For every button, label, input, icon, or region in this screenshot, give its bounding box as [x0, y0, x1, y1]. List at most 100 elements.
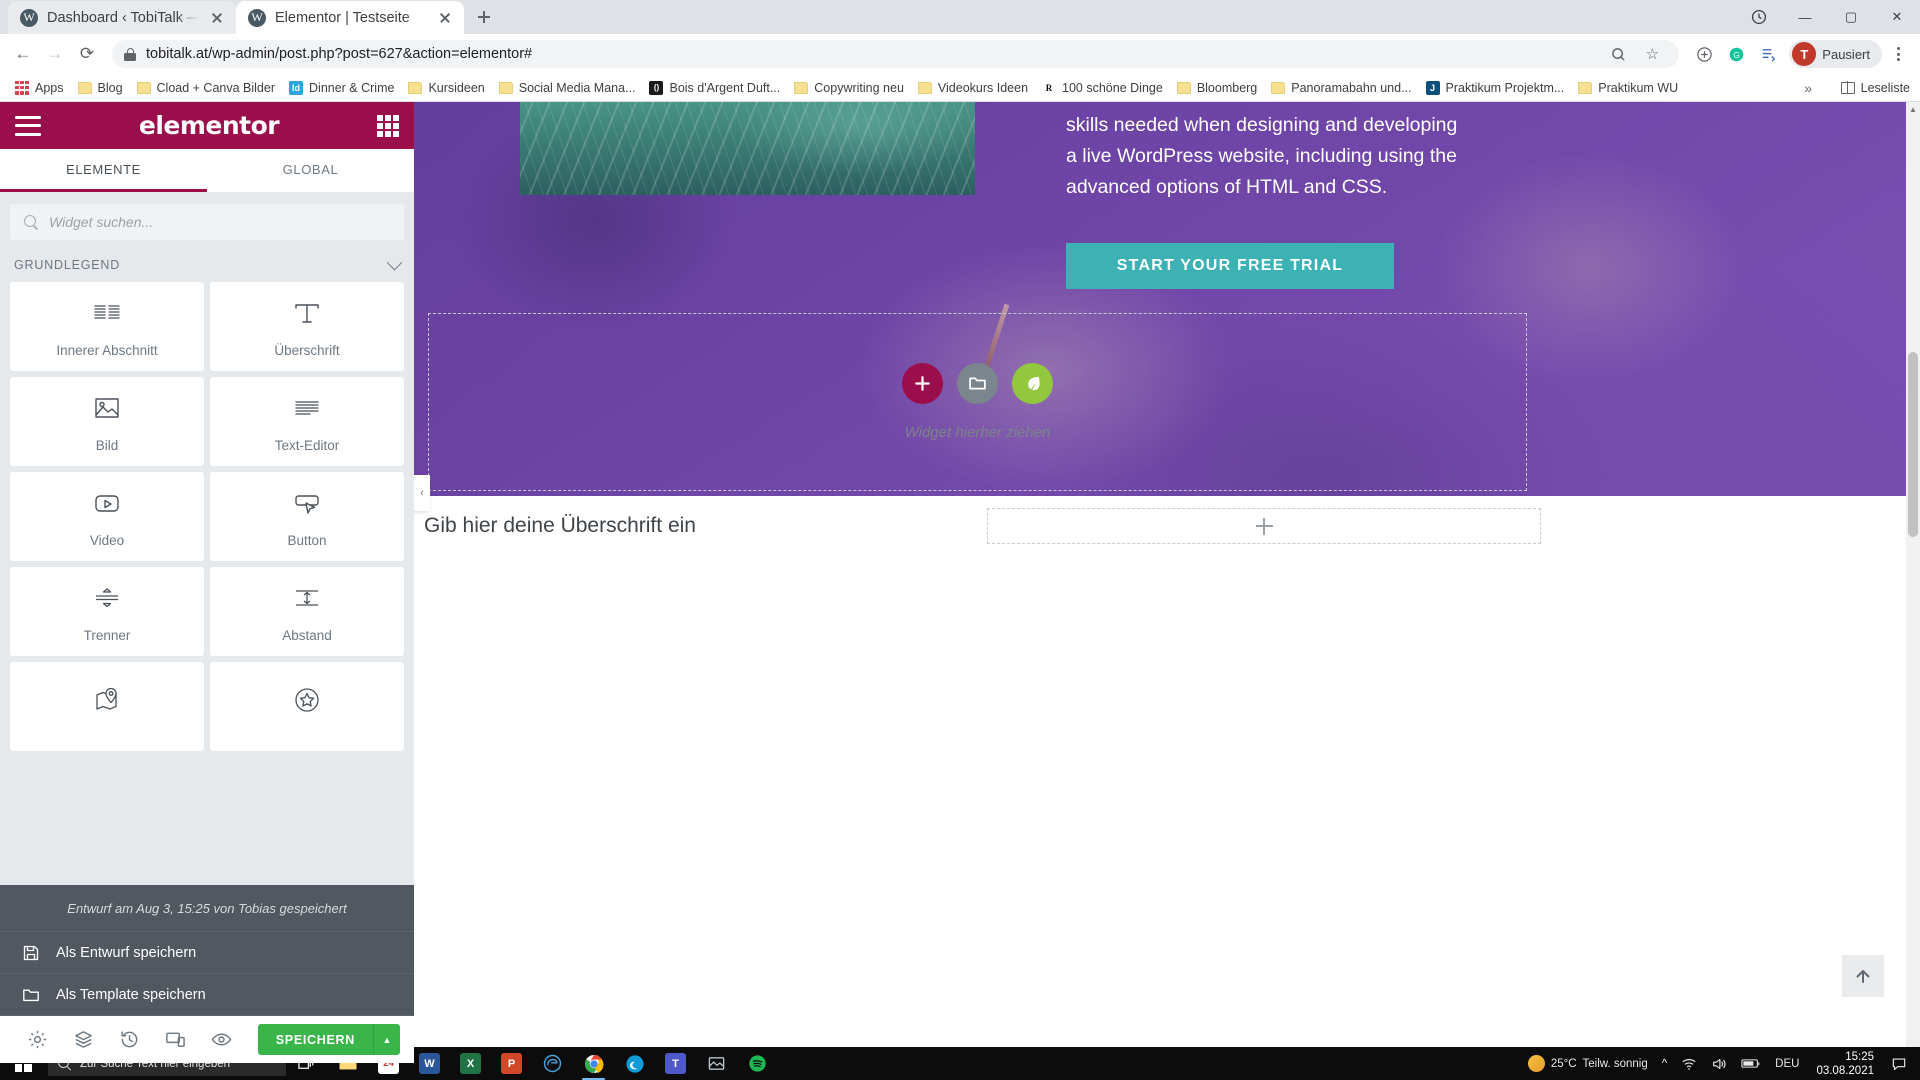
- widget-video[interactable]: Video: [10, 472, 204, 561]
- chrome-icon[interactable]: [573, 1047, 614, 1080]
- reload-icon[interactable]: ⟳: [72, 39, 102, 69]
- new-tab-button[interactable]: [470, 3, 498, 31]
- close-window-button[interactable]: ✕: [1874, 0, 1920, 34]
- bookmark-item[interactable]: Id Dinner & Crime: [282, 78, 401, 98]
- bookmark-apps[interactable]: Apps: [8, 78, 71, 98]
- bookmark-item[interactable]: Bloomberg: [1170, 78, 1264, 98]
- indesign-icon: Id: [289, 80, 304, 95]
- widget-google-maps[interactable]: [10, 662, 204, 751]
- bookmark-item[interactable]: J Praktikum Projektm...: [1419, 78, 1572, 98]
- close-icon[interactable]: [436, 9, 454, 27]
- widget-label: Abstand: [282, 627, 332, 643]
- close-icon[interactable]: [208, 9, 226, 27]
- panel-collapse-toggle[interactable]: ‹: [414, 475, 430, 511]
- tray-overflow-chevron-up-icon[interactable]: ^: [1655, 1047, 1674, 1080]
- bookmark-item[interactable]: () Bois d'Argent Duft...: [642, 78, 787, 98]
- bookmark-item[interactable]: Praktikum WU: [1571, 78, 1685, 98]
- widget-trenner[interactable]: Trenner: [10, 567, 204, 656]
- tab-global[interactable]: GLOBAL: [207, 149, 414, 192]
- add-section-button[interactable]: [1012, 363, 1053, 404]
- chrome-menu-icon[interactable]: [1884, 40, 1912, 68]
- bookmark-item[interactable]: Kursideen: [401, 78, 491, 98]
- battery-icon[interactable]: [1734, 1047, 1768, 1080]
- weather-widget[interactable]: 25°C Teilw. sonnig: [1521, 1047, 1655, 1080]
- search-input[interactable]: [49, 214, 390, 230]
- widget-star-rating[interactable]: [210, 662, 404, 751]
- save-options-toggle[interactable]: ▲: [373, 1024, 400, 1055]
- preview-eye-icon[interactable]: [198, 1016, 244, 1063]
- notification-icon[interactable]: [1884, 1047, 1914, 1080]
- hero-background-image: [520, 102, 975, 195]
- profile-chip[interactable]: T Pausiert: [1789, 40, 1882, 68]
- bookmark-item[interactable]: Blog: [71, 78, 130, 98]
- wifi-icon[interactable]: [1674, 1047, 1704, 1080]
- bookmark-item[interactable]: Cload + Canva Bilder: [130, 78, 282, 98]
- search-icon[interactable]: [1603, 39, 1633, 69]
- save-as-template-item[interactable]: Als Template speichern: [0, 974, 414, 1016]
- scroll-up-arrow[interactable]: ▲: [1906, 102, 1920, 116]
- widget-dropzone[interactable]: Widget hierher ziehen: [428, 313, 1527, 491]
- widget-text-editor[interactable]: Text-Editor: [210, 377, 404, 466]
- edge-legacy-icon[interactable]: [532, 1047, 573, 1080]
- reading-list-button[interactable]: Leseliste: [1840, 81, 1910, 95]
- history-icon[interactable]: [106, 1016, 152, 1063]
- edge-icon[interactable]: [614, 1047, 655, 1080]
- url-text: tobitalk.at/wp-admin/post.php?post=627&a…: [146, 46, 533, 62]
- star-icon[interactable]: ☆: [1637, 39, 1667, 69]
- tab-elemente[interactable]: ELEMENTE: [0, 149, 207, 192]
- volume-icon[interactable]: [1704, 1047, 1734, 1080]
- section-heading[interactable]: Gib hier deine Überschrift ein: [424, 514, 696, 538]
- forward-icon[interactable]: →: [40, 39, 70, 69]
- teams-icon[interactable]: T: [655, 1047, 696, 1080]
- settings-gear-icon[interactable]: [14, 1016, 60, 1063]
- hamburger-menu-icon[interactable]: [15, 115, 41, 136]
- canvas-scrollbar[interactable]: ▲ ▼: [1906, 102, 1920, 1063]
- widget-innerer-abschnitt[interactable]: Innerer Abschnitt: [10, 282, 204, 371]
- bookmarks-overflow-icon[interactable]: »: [1804, 80, 1812, 96]
- bookmark-label: Panoramabahn und...: [1291, 80, 1412, 95]
- bookmark-item[interactable]: Copywriting neu: [787, 78, 911, 98]
- widget-search-box[interactable]: [10, 204, 404, 240]
- cta-button[interactable]: START YOUR FREE TRIAL: [1066, 243, 1394, 289]
- widgets-grid-icon[interactable]: [377, 114, 399, 137]
- widget-category-header[interactable]: GRUNDLEGEND: [0, 240, 414, 282]
- maximize-button[interactable]: ▢: [1828, 0, 1874, 34]
- bookmark-item[interactable]: Panoramabahn und...: [1264, 78, 1418, 98]
- responsive-mode-icon[interactable]: [152, 1016, 198, 1063]
- bookmark-item[interactable]: Social Media Mana...: [492, 78, 643, 98]
- photos-icon[interactable]: [696, 1047, 737, 1080]
- bookmark-item[interactable]: Videokurs Ideen: [911, 78, 1035, 98]
- spotify-icon[interactable]: [737, 1047, 778, 1080]
- powerpoint-icon[interactable]: P: [491, 1047, 532, 1080]
- bookmark-item[interactable]: R 100 schöne Dinge: [1035, 78, 1170, 98]
- word-icon[interactable]: W: [409, 1047, 450, 1080]
- add-template-button[interactable]: [957, 363, 998, 404]
- browser-tab-elementor[interactable]: W Elementor | Testseite: [236, 1, 464, 34]
- hero-text-block[interactable]: skills needed when designing and develop…: [1066, 110, 1466, 203]
- widget-bild[interactable]: Bild: [10, 377, 204, 466]
- excel-icon[interactable]: X: [450, 1047, 491, 1080]
- spacer-icon: [290, 581, 324, 615]
- save-button-group[interactable]: SPEICHERN ▲: [257, 1024, 400, 1055]
- browser-tab-dashboard[interactable]: W Dashboard ‹ TobiTalk — WordPre: [8, 1, 236, 34]
- add-element-button[interactable]: [902, 363, 943, 404]
- extensions-puzzle-icon[interactable]: [1689, 39, 1719, 69]
- widget-ueberschrift[interactable]: Überschrift: [210, 282, 404, 371]
- extension-bookmark-icon[interactable]: [1753, 39, 1783, 69]
- save-as-draft-item[interactable]: Als Entwurf speichern: [0, 932, 414, 974]
- widget-button[interactable]: Button: [210, 472, 404, 561]
- address-bar[interactable]: tobitalk.at/wp-admin/post.php?post=627&a…: [112, 39, 1680, 69]
- extension-icon[interactable]: [1736, 0, 1782, 34]
- minimize-button[interactable]: —: [1782, 0, 1828, 34]
- back-to-top-button[interactable]: [1842, 955, 1884, 997]
- save-button[interactable]: SPEICHERN: [258, 1024, 373, 1055]
- navigator-layers-icon[interactable]: [60, 1016, 106, 1063]
- chevron-down-icon[interactable]: [386, 254, 403, 270]
- language-indicator[interactable]: DEU: [1768, 1047, 1806, 1080]
- back-icon[interactable]: ←: [8, 39, 38, 69]
- clock[interactable]: 15:25 03.08.2021: [1806, 1047, 1884, 1080]
- scrollbar-thumb[interactable]: [1908, 352, 1918, 537]
- add-widget-placeholder[interactable]: [987, 508, 1541, 544]
- extension-grammar-icon[interactable]: G: [1721, 39, 1751, 69]
- widget-abstand[interactable]: Abstand: [210, 567, 404, 656]
